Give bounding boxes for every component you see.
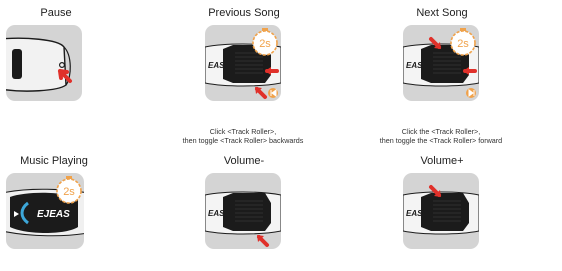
music-playing-card: EJEAS 2s <box>6 173 84 249</box>
svg-text:2s: 2s <box>259 38 271 50</box>
previous-song-card: EAS 2s <box>205 25 281 101</box>
svg-text:EJEAS: EJEAS <box>37 209 70 220</box>
skip-previous-icon <box>268 88 278 98</box>
panel-title-pause: Pause <box>40 7 72 19</box>
svg-text:EAS: EAS <box>406 61 423 70</box>
pause-card <box>6 25 82 101</box>
next-song-caption: Click the <Track Roller>, then toggle th… <box>379 127 503 145</box>
stopwatch-icon: 2s <box>252 28 278 56</box>
panel-title-previous-song: Previous Song <box>208 7 280 19</box>
volume-down-card: EAS <box>205 173 281 249</box>
panel-title-volume-up: Volume+ <box>420 155 464 167</box>
track-roller-icon <box>421 193 469 231</box>
svg-text:EAS: EAS <box>208 209 225 218</box>
volume-up-card: EAS <box>403 173 479 249</box>
previous-song-caption: Click <Track Roller>, then toggle <Track… <box>182 127 304 145</box>
skip-next-icon <box>466 88 476 98</box>
svg-text:2s: 2s <box>63 186 75 198</box>
panel-title-next-song: Next Song <box>416 7 468 19</box>
next-song-card: EAS 2s <box>403 25 479 101</box>
panel-title-volume-down: Volume- <box>223 155 265 167</box>
track-roller-icon <box>223 193 271 231</box>
stopwatch-icon: 2s <box>450 28 476 56</box>
device-side-icon <box>12 49 22 79</box>
stopwatch-icon: 2s <box>56 176 82 204</box>
panel-title-music-playing: Music Playing <box>20 155 88 167</box>
svg-text:EAS: EAS <box>406 209 423 218</box>
svg-text:EAS: EAS <box>208 61 225 70</box>
svg-text:2s: 2s <box>457 38 469 50</box>
